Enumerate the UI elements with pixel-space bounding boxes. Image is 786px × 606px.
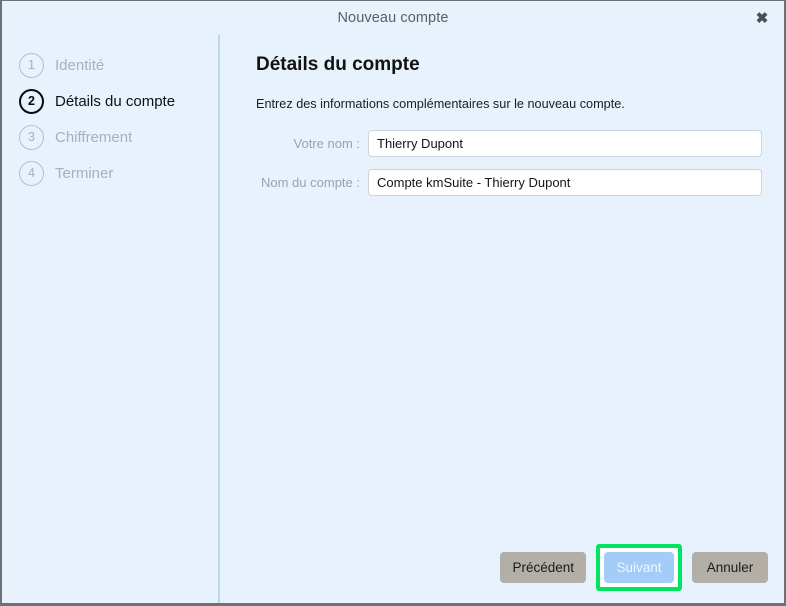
- step-label: Détails du compte: [55, 92, 176, 110]
- field-row-votre-nom: Votre nom :: [256, 130, 762, 157]
- sidebar-step-chiffrement[interactable]: 3 Chiffrement: [2, 119, 218, 155]
- step-label: Terminer: [55, 164, 114, 182]
- nom-du-compte-label: Nom du compte :: [261, 175, 360, 190]
- sidebar-step-details-du-compte[interactable]: 2 Détails du compte: [2, 83, 218, 119]
- step-label: Identité: [55, 56, 105, 74]
- step-number-circle: 1: [19, 52, 44, 78]
- titlebar: Nouveau compte ✖: [2, 1, 784, 35]
- votre-nom-input[interactable]: [368, 130, 762, 157]
- back-button[interactable]: Précédent: [500, 552, 586, 583]
- step-number-circle: 2: [19, 88, 44, 114]
- next-button[interactable]: Suivant: [604, 552, 674, 583]
- dialog-title: Nouveau compte: [337, 10, 449, 26]
- field-row-nom-du-compte: Nom du compte :: [256, 169, 762, 196]
- dialog-window: Nouveau compte ✖ 1 Identité 2 Détails du…: [0, 0, 786, 606]
- step-number-circle: 4: [19, 160, 44, 186]
- step-label: Chiffrement: [55, 128, 133, 146]
- sidebar-step-identite[interactable]: 1 Identité: [2, 47, 218, 83]
- step-number-circle: 3: [19, 124, 44, 150]
- page-subtitle: Entrez des informations complémentaires …: [256, 97, 625, 111]
- close-icon[interactable]: ✖: [748, 5, 776, 31]
- sidebar-step-terminer[interactable]: 4 Terminer: [2, 155, 218, 191]
- votre-nom-label: Votre nom :: [293, 136, 360, 151]
- nom-du-compte-input[interactable]: [368, 169, 762, 196]
- account-details-form: Votre nom : Nom du compte :: [256, 130, 762, 196]
- main-content: Détails du compte Entrez des information…: [222, 35, 784, 603]
- wizard-steps-sidebar: 1 Identité 2 Détails du compte 3 Chiffre…: [2, 35, 220, 603]
- cancel-button[interactable]: Annuler: [692, 552, 768, 583]
- page-title: Détails du compte: [256, 54, 420, 75]
- next-button-highlight: Suivant: [596, 544, 682, 591]
- dialog-footer: Précédent Suivant Annuler: [500, 544, 768, 591]
